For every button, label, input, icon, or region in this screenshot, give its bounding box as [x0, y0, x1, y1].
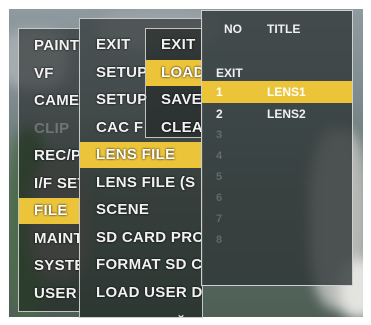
menu-level2-item[interactable]: LENS FILE (S — [80, 170, 202, 196]
empty-slot-number: 7 — [216, 213, 223, 225]
lens-file-number: 1 — [216, 85, 223, 99]
menu-level3-item[interactable]: LOAD — [146, 59, 202, 86]
menu-level3-item[interactable]: CLEAR — [146, 115, 202, 138]
menu-level3-item[interactable]: EXIT — [146, 32, 202, 58]
menu-level1: PAINTVFCAMERACLIPREC/PBI/F SETUPFILEMAIN… — [18, 28, 80, 312]
menu-level1-item[interactable]: VF — [19, 61, 79, 87]
empty-slot-number: 6 — [216, 192, 223, 204]
empty-slot-number: 5 — [216, 171, 223, 183]
column-header-title: TITLE — [267, 22, 301, 36]
menu-level1-item[interactable]: CAMERA — [19, 88, 79, 114]
lens-file-row[interactable]: 1 LENS1 — [202, 81, 352, 103]
lens-file-title: LENS2 — [267, 107, 306, 121]
column-header-no: NO — [224, 22, 242, 36]
menu-level1-item[interactable]: REC/PB — [19, 143, 79, 169]
menu-level3-item[interactable]: SAVE — [146, 87, 202, 113]
menu-level1-item[interactable]: SYSTEM — [19, 253, 79, 279]
lens-file-row[interactable]: 2 LENS2 — [202, 103, 352, 125]
menu-level2-item[interactable]: LOAD USER DATA — [80, 280, 202, 306]
lens-file-number: 2 — [216, 107, 223, 121]
menu-level2-item[interactable]: LENS FILE — [80, 142, 202, 168]
menu-level1-item[interactable]: FILE — [19, 198, 79, 224]
scroll-down-icon[interactable]: ⌄ — [176, 308, 186, 320]
menu-level1-item[interactable]: USER — [19, 281, 79, 307]
menu-level1-item[interactable]: MAINTENANCE — [19, 226, 79, 252]
menu-level1-item[interactable]: PAINT — [19, 33, 79, 59]
empty-slot-number: 4 — [216, 150, 223, 162]
menu-level2-item[interactable]: SCENE — [80, 197, 202, 223]
menu-level2-item[interactable]: SD CARD PRO — [80, 225, 202, 251]
empty-slot-number: 8 — [216, 234, 223, 246]
lens-file-title: LENS1 — [267, 85, 306, 99]
menu-level3: EXITLOADSAVECLEAR — [145, 28, 203, 138]
menu-level1-item[interactable]: I/F SETUP — [19, 171, 79, 197]
menu-level1-item[interactable]: CLIP — [19, 116, 79, 142]
menu-level2-item[interactable]: FORMAT SD C — [80, 252, 202, 278]
empty-slot-number: 3 — [216, 129, 223, 141]
lens-file-load-panel: NO TITLE EXIT 1 LENS1 2 LENS2 345678 — [201, 10, 353, 286]
